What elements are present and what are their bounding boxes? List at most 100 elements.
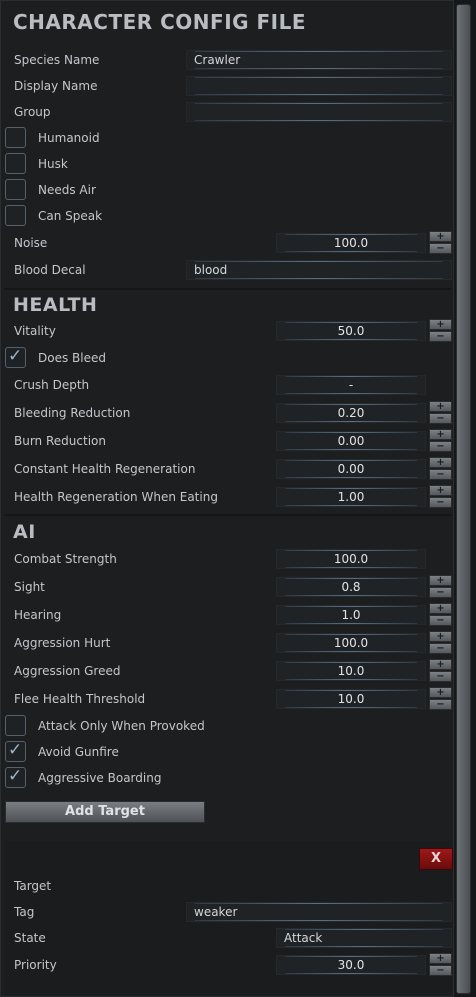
aggression-hurt-label: Aggression Hurt	[14, 636, 111, 650]
sight-field[interactable]: 0.8	[276, 577, 426, 597]
remove-target-button[interactable]: X	[419, 848, 453, 870]
bleeding-reduction-label: Bleeding Reduction	[14, 406, 131, 420]
flee-health-decrement-button[interactable]: −	[429, 699, 452, 710]
hearing-field[interactable]: 1.0	[276, 605, 426, 625]
display-name-label: Display Name	[14, 79, 98, 93]
noise-field[interactable]: 100.0	[276, 233, 426, 253]
aggression-greed-label: Aggression Greed	[14, 664, 121, 678]
ai-section-title: AI	[13, 521, 36, 543]
husk-label: Husk	[38, 157, 68, 171]
blood-decal-value: blood	[194, 263, 228, 277]
hearing-decrement-button[interactable]: −	[429, 615, 452, 626]
husk-checkbox[interactable]	[5, 153, 26, 174]
bleeding-reduction-field[interactable]: 0.20	[276, 403, 426, 423]
hearing-stepper: + −	[429, 603, 452, 627]
group-field[interactable]	[186, 102, 452, 122]
blood-decal-field[interactable]: blood	[186, 260, 452, 280]
does-bleed-checkbox[interactable]	[5, 346, 26, 368]
bleeding-reduction-decrement-button[interactable]: −	[429, 413, 452, 424]
aggression-greed-decrement-button[interactable]: −	[429, 671, 452, 682]
noise-decrement-button[interactable]: −	[429, 243, 452, 254]
constant-regen-increment-button[interactable]: +	[429, 457, 452, 468]
regen-eating-field[interactable]: 1.00	[276, 487, 426, 507]
blood-decal-label: Blood Decal	[14, 263, 86, 277]
noise-stepper: + −	[429, 231, 452, 255]
flee-health-field[interactable]: 10.0	[276, 689, 426, 709]
tag-value: weaker	[194, 905, 238, 919]
priority-field[interactable]: 30.0	[276, 955, 426, 975]
combat-strength-field[interactable]: 100.0	[276, 549, 426, 569]
constant-regen-value: 0.00	[337, 462, 365, 476]
aggressive-boarding-checkbox[interactable]	[5, 766, 26, 788]
burn-reduction-label: Burn Reduction	[14, 434, 106, 448]
display-name-field[interactable]	[186, 76, 452, 96]
hearing-label: Hearing	[14, 608, 62, 622]
avoid-gunfire-checkbox[interactable]	[5, 740, 26, 762]
regen-eating-label: Health Regeneration When Eating	[14, 490, 218, 504]
section-divider	[4, 288, 451, 290]
aggression-hurt-increment-button[interactable]: +	[429, 631, 452, 642]
priority-decrement-button[interactable]: −	[429, 965, 452, 976]
noise-increment-button[interactable]: +	[429, 231, 452, 242]
flee-health-increment-button[interactable]: +	[429, 687, 452, 698]
aggression-hurt-stepper: + −	[429, 631, 452, 655]
hearing-increment-button[interactable]: +	[429, 603, 452, 614]
species-name-label: Species Name	[14, 53, 100, 67]
priority-value: 30.0	[337, 958, 365, 972]
regen-eating-value: 1.00	[337, 490, 365, 504]
state-value: Attack	[284, 931, 323, 945]
bleeding-reduction-increment-button[interactable]: +	[429, 401, 452, 412]
sight-stepper: + −	[429, 575, 452, 599]
humanoid-checkbox[interactable]	[5, 127, 26, 148]
aggression-greed-stepper: + −	[429, 659, 452, 683]
tag-field[interactable]: weaker	[186, 902, 452, 922]
flee-health-value: 10.0	[337, 692, 365, 706]
burn-reduction-increment-button[interactable]: +	[429, 429, 452, 440]
attack-only-provoked-checkbox[interactable]	[5, 715, 26, 736]
can-speak-checkbox[interactable]	[5, 205, 26, 226]
regen-eating-decrement-button[interactable]: −	[429, 497, 452, 508]
constant-regen-decrement-button[interactable]: −	[429, 469, 452, 480]
species-name-field[interactable]: Crawler	[186, 50, 452, 70]
aggression-hurt-value: 100.0	[333, 636, 369, 650]
tag-label: Tag	[14, 905, 35, 919]
constant-regen-stepper: + −	[429, 457, 452, 481]
sight-increment-button[interactable]: +	[429, 575, 452, 586]
attack-only-provoked-label: Attack Only When Provoked	[38, 719, 205, 733]
constant-regen-field[interactable]: 0.00	[276, 459, 426, 479]
scrollbar-thumb[interactable]	[456, 4, 471, 994]
crush-depth-field[interactable]: -	[276, 375, 426, 395]
avoid-gunfire-label: Avoid Gunfire	[38, 745, 119, 759]
can-speak-label: Can Speak	[38, 209, 103, 223]
aggression-greed-field[interactable]: 10.0	[276, 661, 426, 681]
aggression-hurt-decrement-button[interactable]: −	[429, 643, 452, 654]
state-dropdown[interactable]: Attack	[276, 928, 452, 948]
aggression-hurt-field[interactable]: 100.0	[276, 633, 426, 653]
add-target-button[interactable]: Add Target	[5, 801, 205, 823]
sight-decrement-button[interactable]: −	[429, 587, 452, 598]
priority-stepper: + −	[429, 953, 452, 977]
burn-reduction-field[interactable]: 0.00	[276, 431, 426, 451]
burn-reduction-value: 0.00	[337, 434, 365, 448]
regen-eating-increment-button[interactable]: +	[429, 485, 452, 496]
needs-air-checkbox[interactable]	[5, 179, 26, 200]
combat-strength-label: Combat Strength	[14, 552, 117, 566]
flee-health-stepper: + −	[429, 687, 452, 711]
state-label: State	[14, 931, 46, 945]
priority-increment-button[interactable]: +	[429, 953, 452, 964]
burn-reduction-decrement-button[interactable]: −	[429, 441, 452, 452]
noise-label: Noise	[14, 236, 48, 250]
vitality-field[interactable]: 50.0	[276, 321, 426, 341]
aggression-greed-value: 10.0	[337, 664, 365, 678]
flee-health-label: Flee Health Threshold	[14, 692, 146, 706]
priority-label: Priority	[14, 958, 57, 972]
vitality-decrement-button[interactable]: −	[429, 331, 452, 342]
target-label: Target	[14, 879, 52, 893]
group-label: Group	[14, 105, 51, 119]
aggression-greed-increment-button[interactable]: +	[429, 659, 452, 670]
aggressive-boarding-label: Aggressive Boarding	[38, 771, 162, 785]
crush-depth-value: -	[348, 378, 354, 392]
vitality-increment-button[interactable]: +	[429, 319, 452, 330]
sight-label: Sight	[14, 580, 45, 594]
vitality-stepper: + −	[429, 319, 452, 343]
